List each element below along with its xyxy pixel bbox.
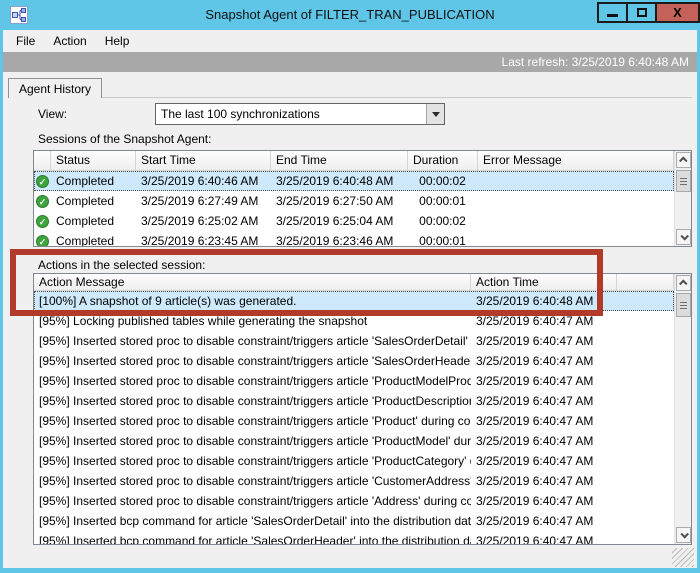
- view-combobox-value: The last 100 synchronizations: [156, 104, 426, 124]
- action-row[interactable]: [95%] Inserted stored proc to disable co…: [34, 411, 674, 431]
- menu-help[interactable]: Help: [96, 30, 139, 52]
- menubar: File Action Help: [3, 30, 697, 52]
- chevron-down-icon: [680, 530, 688, 538]
- status-completed-icon: ✓: [36, 215, 49, 228]
- action-row[interactable]: [95%] Inserted bcp command for article '…: [34, 531, 674, 544]
- titlebar: Snapshot Agent of FILTER_TRAN_PUBLICATIO…: [0, 0, 700, 30]
- actions-col-time[interactable]: Action Time: [471, 274, 617, 290]
- status-completed-icon: ✓: [36, 175, 49, 188]
- minimize-button[interactable]: [597, 2, 628, 23]
- actions-scrollbar[interactable]: [674, 274, 691, 544]
- action-row[interactable]: [95%] Inserted stored proc to disable co…: [34, 351, 674, 371]
- chevron-down-icon: [680, 232, 688, 240]
- action-row[interactable]: [95%] Inserted stored proc to disable co…: [34, 371, 674, 391]
- chevron-up-icon: [679, 279, 687, 287]
- action-row[interactable]: [95%] Locking published tables while gen…: [34, 311, 674, 331]
- session-row[interactable]: ✓ Completed 3/25/2019 6:25:02 AM 3/25/20…: [34, 211, 674, 231]
- action-row[interactable]: [95%] Inserted bcp command for article '…: [34, 511, 674, 531]
- sessions-col-start[interactable]: Start Time: [136, 151, 271, 170]
- status-completed-icon: ✓: [36, 195, 49, 208]
- session-row[interactable]: ✓ Completed 3/25/2019 6:40:46 AM 3/25/20…: [34, 171, 674, 191]
- sessions-label: Sessions of the Snapshot Agent:: [38, 132, 211, 146]
- sessions-header: Status Start Time End Time Duration Erro…: [34, 151, 674, 171]
- sessions-list: Status Start Time End Time Duration Erro…: [33, 150, 692, 247]
- caption-buttons: X: [597, 2, 700, 23]
- scrollbar-thumb[interactable]: [676, 170, 691, 192]
- actions-label: Actions in the selected session:: [38, 258, 205, 272]
- resize-grip[interactable]: [672, 548, 694, 567]
- actions-col-message[interactable]: Action Message: [34, 274, 471, 290]
- actions-list-inner: Action Message Action Time [100%] A snap…: [34, 274, 674, 544]
- menu-action[interactable]: Action: [44, 30, 95, 52]
- view-label: View:: [38, 107, 67, 121]
- window-frame-left: [0, 30, 3, 568]
- window-frame-bottom: [0, 568, 700, 573]
- actions-col-spacer: [617, 274, 674, 290]
- chevron-up-icon: [679, 156, 687, 164]
- scroll-up-button[interactable]: [676, 275, 691, 291]
- sessions-col-status[interactable]: Status: [51, 151, 136, 170]
- action-row[interactable]: [95%] Inserted stored proc to disable co…: [34, 471, 674, 491]
- maximize-icon: [637, 8, 647, 17]
- last-refresh-bar: Last refresh: 3/25/2019 6:40:48 AM: [3, 52, 697, 72]
- action-row[interactable]: [95%] Inserted stored proc to disable co…: [34, 491, 674, 511]
- session-row[interactable]: ✓ Completed 3/25/2019 6:27:49 AM 3/25/20…: [34, 191, 674, 211]
- action-row[interactable]: [95%] Inserted stored proc to disable co…: [34, 331, 674, 351]
- sessions-scrollbar[interactable]: [674, 151, 691, 246]
- sessions-col-end[interactable]: End Time: [271, 151, 408, 170]
- action-row[interactable]: [95%] Inserted stored proc to disable co…: [34, 451, 674, 471]
- scrollbar-thumb[interactable]: [676, 293, 691, 317]
- window-title: Snapshot Agent of FILTER_TRAN_PUBLICATIO…: [0, 0, 700, 30]
- sessions-col-error[interactable]: Error Message: [478, 151, 674, 170]
- action-row[interactable]: [95%] Inserted stored proc to disable co…: [34, 391, 674, 411]
- chevron-down-icon: [432, 112, 440, 117]
- scroll-down-button[interactable]: [676, 229, 691, 245]
- tab-agent-history[interactable]: Agent History: [8, 78, 102, 98]
- sessions-col-duration[interactable]: Duration: [408, 151, 478, 170]
- scroll-up-button[interactable]: [676, 152, 691, 168]
- sessions-list-inner: Status Start Time End Time Duration Erro…: [34, 151, 674, 246]
- snapshot-agent-window: Snapshot Agent of FILTER_TRAN_PUBLICATIO…: [0, 0, 700, 573]
- status-completed-icon: ✓: [36, 235, 49, 247]
- tabpage-border: [8, 97, 692, 98]
- actions-header: Action Message Action Time: [34, 274, 674, 291]
- menu-file[interactable]: File: [7, 30, 44, 52]
- sessions-col-icon[interactable]: [34, 151, 51, 170]
- close-icon: X: [673, 5, 682, 20]
- maximize-button[interactable]: [626, 2, 657, 23]
- view-combobox[interactable]: The last 100 synchronizations: [155, 103, 445, 125]
- actions-list: Action Message Action Time [100%] A snap…: [33, 273, 692, 545]
- minimize-icon: [607, 14, 618, 17]
- session-row[interactable]: ✓ Completed 3/25/2019 6:23:45 AM 3/25/20…: [34, 231, 674, 246]
- scroll-down-button[interactable]: [676, 527, 691, 543]
- action-row[interactable]: [95%] Inserted stored proc to disable co…: [34, 431, 674, 451]
- view-combobox-dropdown-button[interactable]: [426, 104, 444, 124]
- close-button[interactable]: X: [655, 2, 700, 23]
- action-row[interactable]: [100%] A snapshot of 9 article(s) was ge…: [34, 291, 674, 311]
